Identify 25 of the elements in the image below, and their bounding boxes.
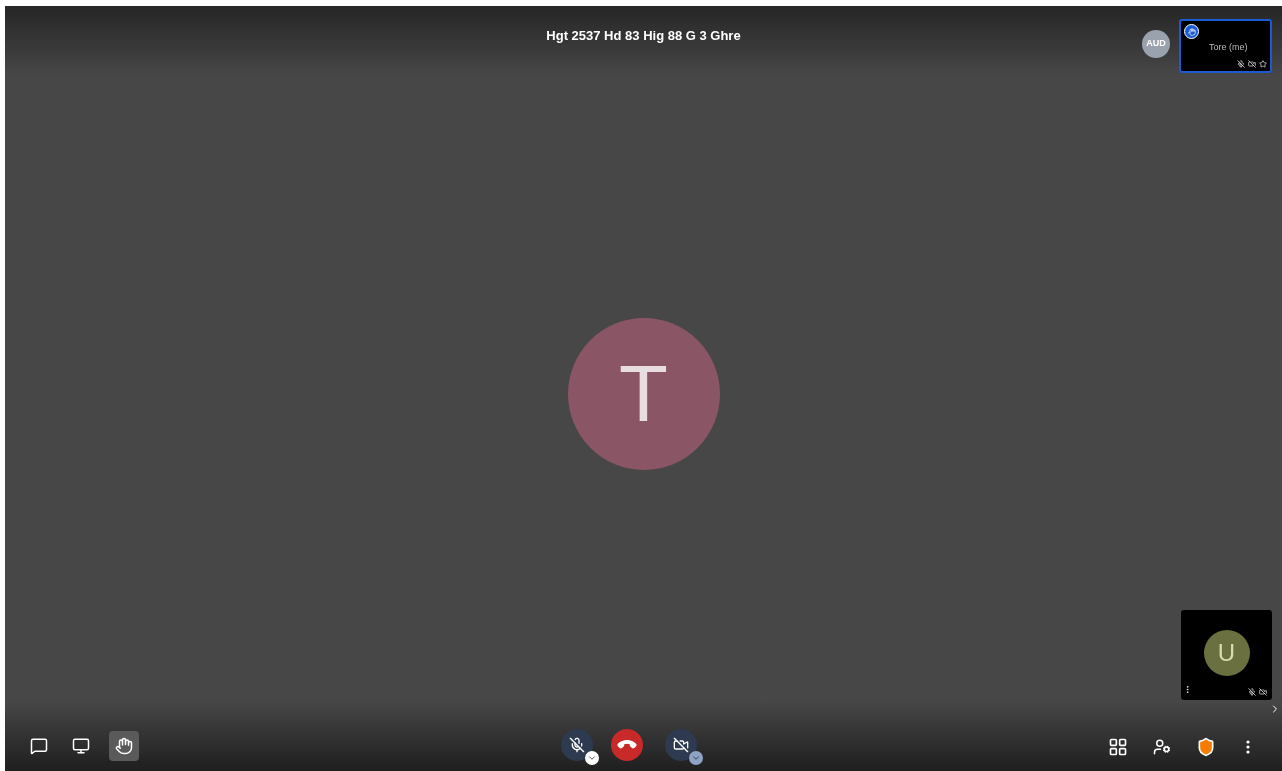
- more-icon[interactable]: [1183, 685, 1192, 694]
- remote-video-tile[interactable]: U: [1181, 610, 1272, 700]
- video-options-button[interactable]: [688, 751, 703, 765]
- meeting-title: Hgt 2537 Hd 83 Hig 88 G 3 Ghre: [546, 27, 741, 42]
- shield-icon: [1196, 737, 1216, 757]
- audio-options-button[interactable]: [584, 751, 599, 765]
- raise-hand-button[interactable]: [109, 731, 139, 761]
- grid-icon: [1108, 737, 1128, 757]
- star-icon[interactable]: [1259, 60, 1267, 68]
- person-gear-icon: [1153, 738, 1171, 756]
- chevron-icon: [586, 753, 597, 763]
- chevron-icon: [690, 753, 701, 763]
- participant-avatar: T: [567, 317, 720, 470]
- self-video-tile[interactable]: Tore (me): [1179, 19, 1272, 73]
- participant-name: Tore (me): [1209, 41, 1248, 54]
- camera-button[interactable]: [664, 729, 697, 761]
- monitor-icon: [72, 737, 90, 755]
- hand-icon: [115, 737, 133, 755]
- microphone-button[interactable]: [560, 729, 593, 761]
- more-icon: [1246, 740, 1250, 754]
- hang-up-button[interactable]: [610, 729, 643, 761]
- camera-off-icon: [672, 737, 689, 753]
- chat-icon: [30, 737, 48, 755]
- muted-mic-icon: [568, 737, 585, 753]
- participant-avatar: U: [1203, 630, 1250, 676]
